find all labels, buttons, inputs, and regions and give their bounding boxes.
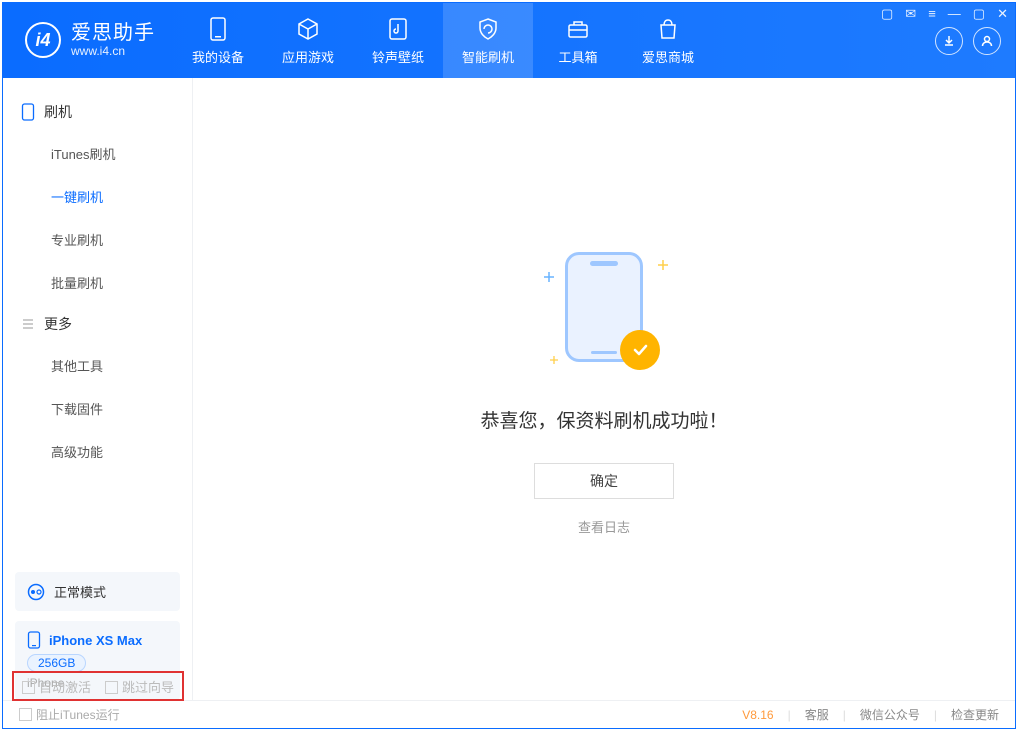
app-logo: i4 爱思助手 www.i4.cn	[3, 22, 173, 59]
auto-activate-checkbox[interactable]: 自动激活	[22, 677, 91, 696]
user-button[interactable]	[973, 27, 1001, 55]
toolbox-icon	[565, 16, 591, 42]
main-content: 恭喜您，保资料刷机成功啦！ 确定 查看日志	[193, 78, 1015, 700]
support-link[interactable]: 客服	[805, 706, 829, 723]
tab-smart-flash[interactable]: 智能刷机	[443, 3, 533, 78]
device-capacity: 256GB	[27, 654, 86, 672]
sidebar-item-other-tools[interactable]: 其他工具	[3, 344, 192, 387]
sidebar-group-more[interactable]: 更多	[3, 304, 192, 344]
menu-icon[interactable]: ≡	[928, 6, 936, 22]
feedback-icon[interactable]: ✉	[905, 6, 916, 22]
shield-refresh-icon	[475, 16, 501, 42]
check-badge-icon	[620, 330, 660, 370]
wechat-link[interactable]: 微信公众号	[860, 706, 920, 723]
sidebar-item-download-firmware[interactable]: 下载固件	[3, 387, 192, 430]
success-message: 恭喜您，保资料刷机成功啦！	[480, 406, 727, 433]
sidebar-item-itunes-flash[interactable]: iTunes刷机	[3, 132, 192, 175]
tab-toolbox[interactable]: 工具箱	[533, 3, 623, 78]
cube-icon	[295, 16, 321, 42]
phone-outline-icon	[21, 103, 35, 121]
tab-apps-games[interactable]: 应用游戏	[263, 3, 353, 78]
app-url: www.i4.cn	[71, 45, 155, 59]
window-controls: ▢ ✉ ≡ — ▢ ✕	[881, 6, 1008, 22]
sidebar-group-flash[interactable]: 刷机	[3, 92, 192, 132]
sidebar-item-onekey-flash[interactable]: 一键刷机	[3, 175, 192, 218]
download-button[interactable]	[935, 27, 963, 55]
app-title: 爱思助手	[71, 22, 155, 45]
tshirt-icon[interactable]: ▢	[881, 6, 893, 22]
device-icon	[27, 631, 41, 649]
flash-options-row: 自动激活 跳过向导	[12, 671, 184, 701]
sidebar: 刷机 iTunes刷机 一键刷机 专业刷机 批量刷机 更多 其他工具 下载固件 …	[3, 78, 193, 700]
success-illustration	[524, 242, 684, 382]
status-bar: 阻止iTunes运行 V8.16 | 客服 | 微信公众号 | 检查更新	[3, 700, 1015, 728]
phone-icon	[205, 16, 231, 42]
maximize-button[interactable]: ▢	[973, 6, 985, 22]
mode-label: 正常模式	[54, 582, 106, 601]
list-icon	[21, 317, 35, 331]
version-label: V8.16	[742, 708, 773, 722]
sidebar-item-batch-flash[interactable]: 批量刷机	[3, 261, 192, 304]
skip-guide-checkbox[interactable]: 跳过向导	[105, 677, 174, 696]
tab-my-device[interactable]: 我的设备	[173, 3, 263, 78]
confirm-button[interactable]: 确定	[534, 463, 674, 499]
bag-icon	[655, 16, 681, 42]
sidebar-item-pro-flash[interactable]: 专业刷机	[3, 218, 192, 261]
mode-indicator[interactable]: 正常模式	[15, 572, 180, 611]
tab-ring-wallpaper[interactable]: 铃声壁纸	[353, 3, 443, 78]
sidebar-item-advanced[interactable]: 高级功能	[3, 430, 192, 473]
close-button[interactable]: ✕	[997, 6, 1008, 22]
mode-icon	[27, 583, 45, 601]
block-itunes-checkbox[interactable]: 阻止iTunes运行	[19, 706, 120, 723]
tab-store[interactable]: 爱思商城	[623, 3, 713, 78]
minimize-button[interactable]: —	[948, 6, 961, 22]
header-bar: ▢ ✉ ≡ — ▢ ✕ i4 爱思助手 www.i4.cn 我的设备 应用游戏	[3, 3, 1015, 78]
logo-icon: i4	[25, 22, 61, 58]
device-name-label: iPhone XS Max	[49, 633, 142, 648]
music-file-icon	[385, 16, 411, 42]
view-log-link[interactable]: 查看日志	[578, 517, 630, 536]
check-update-link[interactable]: 检查更新	[951, 706, 999, 723]
